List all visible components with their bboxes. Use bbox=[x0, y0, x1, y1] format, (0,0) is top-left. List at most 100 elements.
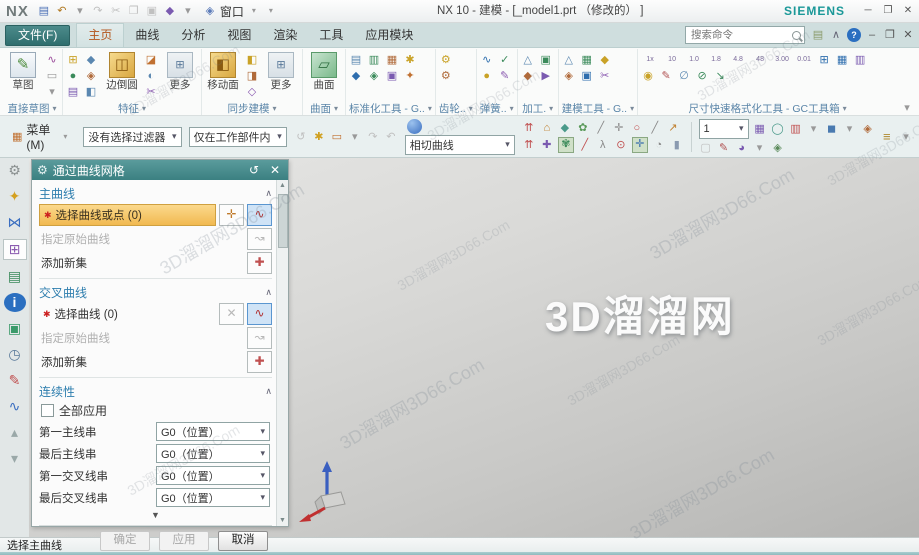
datum-plane-icon[interactable]: ⊞ bbox=[66, 53, 80, 67]
reuse-library-icon[interactable]: ▤ bbox=[4, 267, 26, 286]
ribbon-minimize-button[interactable]: – bbox=[865, 28, 879, 42]
group-label-modeling-tools[interactable]: 建模工具 - G..▾ bbox=[562, 101, 634, 115]
snap-line-icon[interactable]: ╱ bbox=[594, 121, 608, 135]
sphere-icon[interactable] bbox=[407, 119, 422, 134]
sync-more-button[interactable]: ⊞ 更多 bbox=[263, 51, 299, 91]
snap-endpoint-icon[interactable]: ⇈ bbox=[522, 121, 536, 135]
web-browser-icon[interactable]: ▣ bbox=[4, 319, 26, 338]
dim-style-icon[interactable]: 1x bbox=[641, 53, 659, 67]
triangle-icon[interactable]: △ bbox=[562, 53, 576, 67]
extrude-icon[interactable]: ◆ bbox=[84, 53, 98, 67]
last-primary-string-dropdown[interactable]: G0（位置） bbox=[156, 444, 270, 463]
surface-button[interactable]: ▱ 曲面 bbox=[306, 51, 342, 91]
check-icon[interactable]: ✓ bbox=[498, 53, 512, 67]
snap-midpoint-icon[interactable]: ⌂ bbox=[540, 121, 554, 135]
window-close-button[interactable]: ✕ bbox=[901, 4, 915, 18]
add-new-set-button[interactable]: ✚ bbox=[247, 351, 272, 373]
dim-style-icon[interactable]: 1.8 bbox=[707, 53, 725, 67]
std-tool-icon[interactable]: ✱ bbox=[403, 53, 417, 67]
leader-icon[interactable]: ↘ bbox=[713, 69, 727, 83]
highlight-icon[interactable]: ↺ bbox=[294, 130, 308, 144]
scroll-down-icon[interactable]: ▼ bbox=[278, 517, 287, 524]
point-dialog-button[interactable]: ✛ bbox=[219, 204, 244, 226]
search-input[interactable] bbox=[689, 28, 789, 43]
dropdown-arrow-icon[interactable]: ▾ bbox=[348, 130, 362, 144]
undo-icon[interactable]: ↶ bbox=[55, 4, 69, 18]
sheet-icon[interactable]: ◈ bbox=[562, 69, 576, 83]
select-curve-or-point-field[interactable]: ✱ 选择曲线或点 (0) bbox=[39, 204, 216, 226]
group-label-gear[interactable]: 齿轮..▾ bbox=[439, 101, 473, 115]
tab-file[interactable]: 文件(F) bbox=[5, 25, 70, 46]
image-icon[interactable]: ▦ bbox=[580, 53, 594, 67]
origin-curve-button[interactable]: ↝ bbox=[247, 228, 272, 250]
frame-icon[interactable]: ▣ bbox=[580, 69, 594, 83]
assembly-navigator-icon[interactable]: ✦ bbox=[4, 187, 26, 206]
dim-frame-icon[interactable]: ⊞ bbox=[817, 53, 831, 67]
dim-style-icon[interactable]: 0.01 bbox=[795, 53, 813, 67]
snap-endpoint2-icon[interactable]: ⇈ bbox=[522, 138, 536, 152]
ribbon-restore-button[interactable]: ❐ bbox=[883, 28, 897, 42]
move-face-button[interactable]: ◧ 移动面 bbox=[205, 51, 241, 91]
group-label-machining[interactable]: 加工.▾ bbox=[521, 101, 555, 115]
shadow-icon[interactable]: ◕ bbox=[735, 141, 749, 155]
snap-pole-icon[interactable]: ✚ bbox=[540, 138, 554, 152]
trim-icon[interactable]: ✂ bbox=[144, 85, 158, 99]
dropdown-arrow-icon[interactable]: ▾ bbox=[181, 4, 195, 18]
group-label-synchronous[interactable]: 同步建模▾ bbox=[205, 101, 299, 115]
delete-face-icon[interactable]: ◇ bbox=[245, 85, 259, 99]
copy-icon[interactable]: ❐ bbox=[127, 4, 141, 18]
pen-icon[interactable]: ✎ bbox=[659, 69, 673, 83]
dialog-scrollbar[interactable]: ▲ ▼ bbox=[276, 180, 288, 526]
menu-button[interactable]: ▦ 菜单(M) ▾ bbox=[6, 118, 76, 155]
curve-rule-dropdown[interactable]: 相切曲线 bbox=[405, 135, 515, 155]
redo-icon[interactable]: ↷ bbox=[91, 4, 105, 18]
dim-frame-icon[interactable]: ▦ bbox=[835, 53, 849, 67]
help-icon[interactable]: ? bbox=[847, 28, 861, 42]
unite-icon[interactable]: ◈ bbox=[84, 69, 98, 83]
apply-button[interactable]: 应用 bbox=[159, 531, 209, 551]
snap-arc-center-icon[interactable]: ✛ bbox=[612, 121, 626, 135]
cheat-sheets-icon[interactable]: ▤ bbox=[811, 28, 825, 42]
dialog-titlebar[interactable]: ⚙ 通过曲线网格 ↺ ✕ bbox=[32, 160, 288, 180]
dropdown-arrow-icon[interactable]: ▾ bbox=[45, 85, 59, 99]
tab-view[interactable]: 视图 bbox=[216, 24, 262, 47]
tab-curve[interactable]: 曲线 bbox=[124, 24, 170, 47]
section-main-curves[interactable]: 主曲线 bbox=[39, 184, 272, 202]
offset-face-icon[interactable]: ◨ bbox=[245, 69, 259, 83]
tool-icon[interactable]: ◆ bbox=[521, 69, 535, 83]
snap-plus-icon[interactable]: ✛ bbox=[632, 137, 648, 153]
part-icon[interactable]: ◆ bbox=[598, 53, 612, 67]
bevel-gear-icon[interactable]: ⚙ bbox=[439, 69, 453, 83]
snap-point-on-face-icon[interactable]: ↗ bbox=[666, 121, 680, 135]
window-fit-icon[interactable]: ▦ bbox=[753, 122, 767, 136]
scrollbar-thumb[interactable] bbox=[278, 194, 288, 248]
through-curve-mesh-dialog[interactable]: ⚙ 通过曲线网格 ↺ ✕ 主曲线 ✱ 选择曲线或点 (0) ✛ ∿ bbox=[31, 159, 289, 527]
snap-face-icon[interactable]: ▮ bbox=[670, 138, 684, 152]
no-icon[interactable]: ⊘ bbox=[695, 69, 709, 83]
brush-icon[interactable]: ✎ bbox=[717, 141, 731, 155]
snap-circle-icon[interactable]: ○ bbox=[630, 121, 644, 135]
tab-render[interactable]: 渲染 bbox=[262, 24, 308, 47]
snapshot-icon[interactable]: ✱ bbox=[312, 130, 326, 144]
snap-tangent-icon[interactable]: ╱ bbox=[648, 121, 662, 135]
hd3d-tools-icon[interactable]: i bbox=[4, 293, 26, 312]
first-cross-string-dropdown[interactable]: G0（位置） bbox=[156, 466, 270, 485]
group-label-std-tools[interactable]: 标准化工具 - G..▾ bbox=[349, 101, 432, 115]
block-icon[interactable]: ▣ bbox=[539, 53, 553, 67]
repeat-command-icon[interactable]: ◆ bbox=[163, 4, 177, 18]
origin-curve-button[interactable]: ↝ bbox=[247, 327, 272, 349]
coin-icon[interactable]: ● bbox=[480, 69, 494, 83]
group-label-spring[interactable]: 弹簧..▾ bbox=[480, 101, 514, 115]
section-cross-curves[interactable]: 交叉曲线 bbox=[39, 283, 272, 301]
dialog-expander[interactable]: ▼ bbox=[39, 510, 272, 522]
snap-quadrant-icon[interactable]: ◔ bbox=[652, 138, 666, 152]
dim-style-icon[interactable]: 3.00 bbox=[773, 53, 791, 67]
dropdown-arrow-icon[interactable]: ▾ bbox=[753, 141, 767, 155]
window-restore-button[interactable]: ❐ bbox=[881, 4, 895, 18]
snap-lambda-icon[interactable]: λ bbox=[596, 138, 610, 152]
add-new-set-button[interactable]: ✚ bbox=[247, 252, 272, 274]
profile-icon[interactable]: ▭ bbox=[45, 69, 59, 83]
curve-select-button[interactable]: ∿ bbox=[247, 204, 272, 226]
gear-icon[interactable]: ⚙ bbox=[4, 161, 26, 180]
window-menu-button[interactable]: ◈ 窗口 ▾ ▾ bbox=[203, 3, 278, 20]
